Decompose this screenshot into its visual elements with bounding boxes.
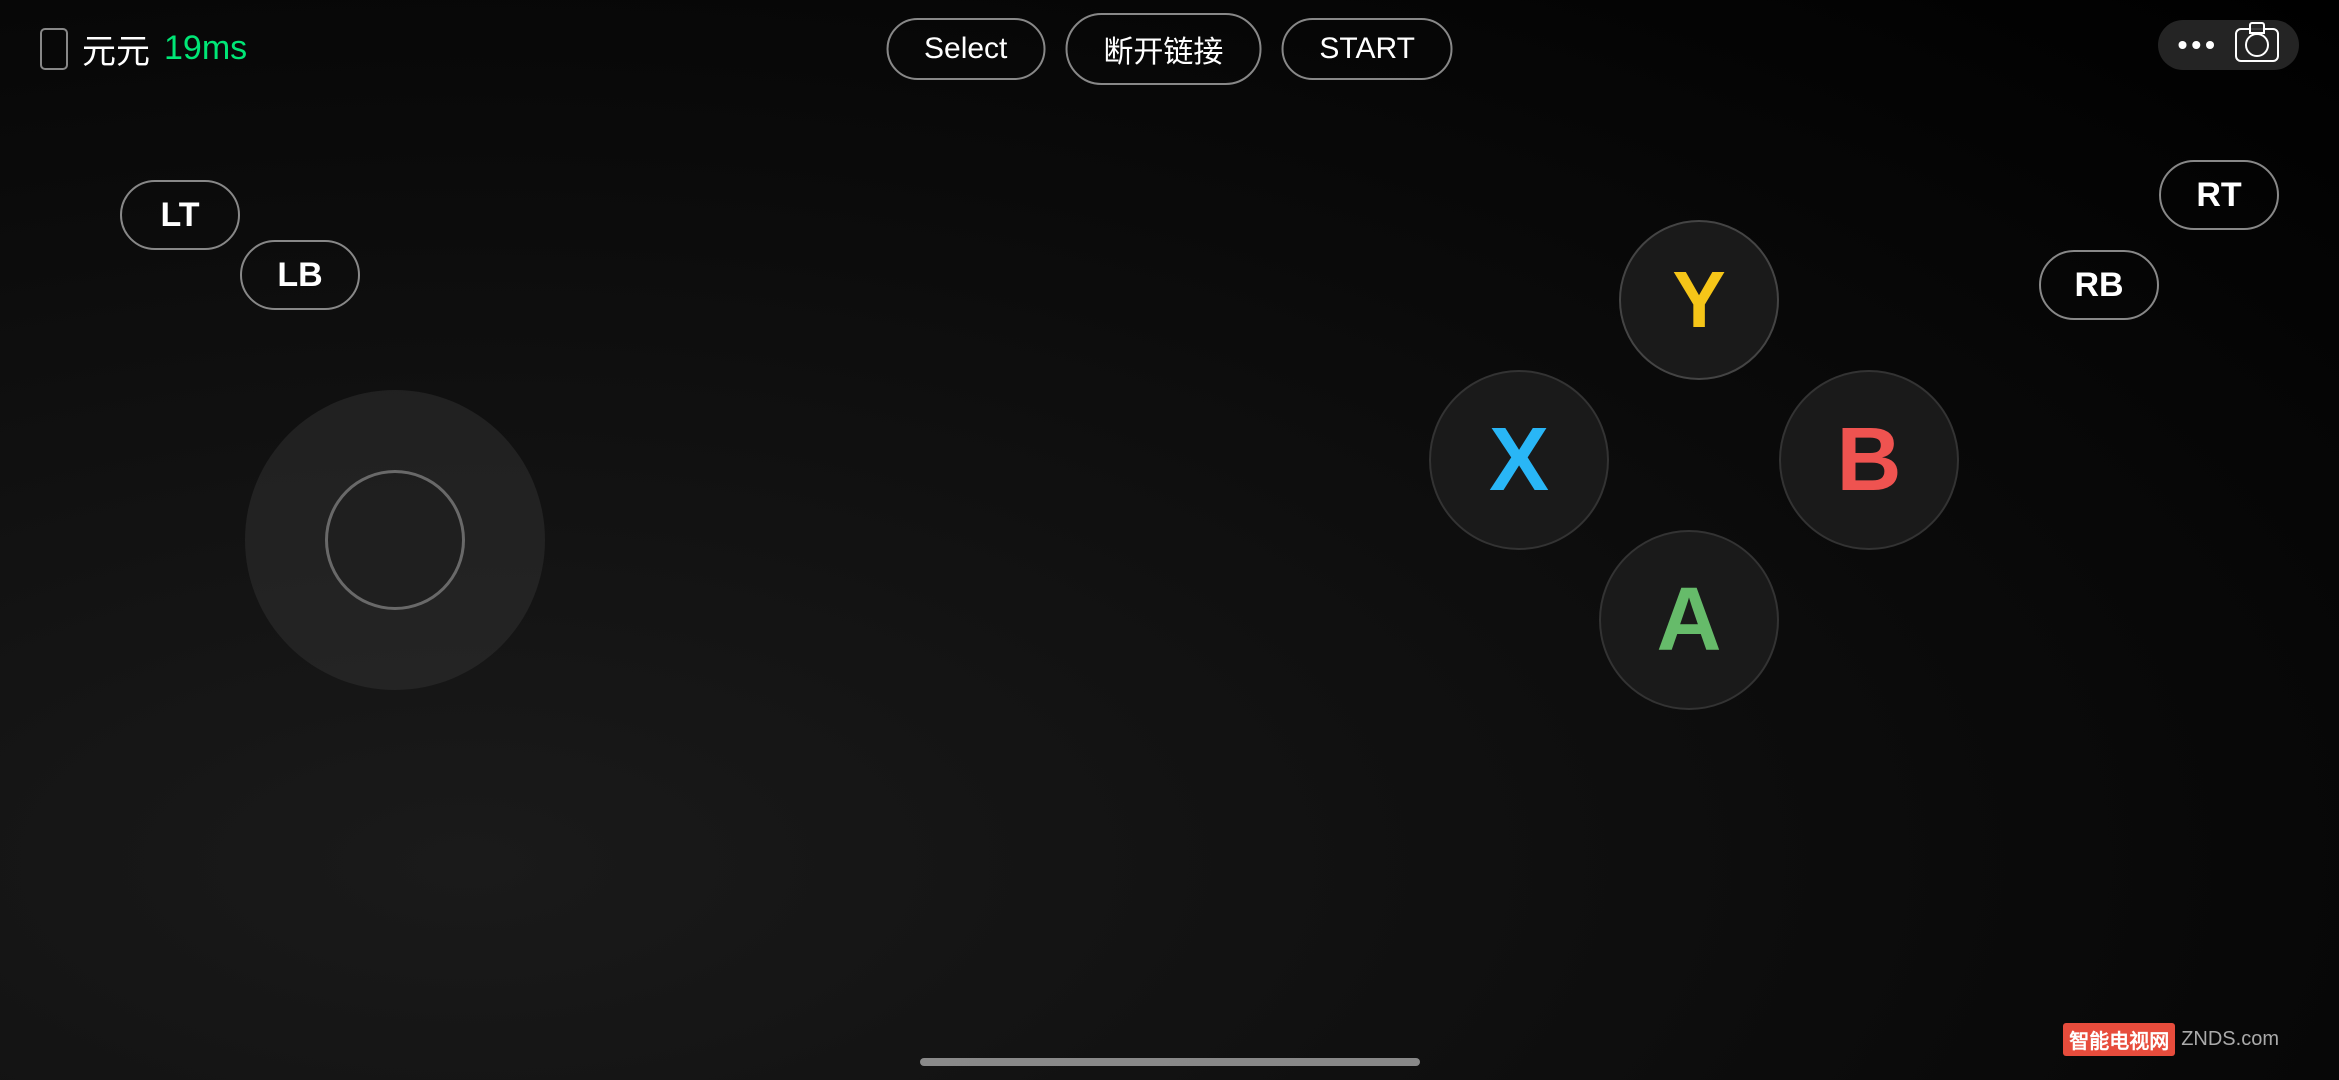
watermark-domain: ZNDS.com xyxy=(2181,1028,2279,1051)
joystick-outer[interactable] xyxy=(245,390,545,690)
home-indicator xyxy=(920,1058,1420,1066)
select-button[interactable]: Select xyxy=(886,18,1045,80)
center-controls: Select 断开链接 START xyxy=(886,0,1453,97)
b-button[interactable]: B xyxy=(1779,370,1959,550)
camera-icon xyxy=(2235,28,2279,62)
lt-button[interactable]: LT xyxy=(120,180,240,250)
watermark: 智能电视网 ZNDS.com xyxy=(2063,1023,2279,1056)
dots-icon: ••• xyxy=(2178,29,2219,61)
disconnect-button[interactable]: 断开链接 xyxy=(1065,13,1261,85)
device-name: 元元 xyxy=(82,24,150,73)
lb-button[interactable]: LB xyxy=(240,240,360,310)
watermark-brand: 智能电视网 xyxy=(2063,1023,2175,1056)
start-button[interactable]: START xyxy=(1281,18,1453,80)
more-options-button[interactable]: ••• xyxy=(2158,20,2299,70)
latency-badge: 19ms xyxy=(164,29,247,68)
x-button[interactable]: X xyxy=(1429,370,1609,550)
a-button[interactable]: A xyxy=(1599,530,1779,710)
left-joystick[interactable] xyxy=(245,390,545,690)
phone-icon xyxy=(40,28,68,70)
top-right-controls: ••• xyxy=(2158,20,2299,70)
joystick-inner xyxy=(325,470,465,610)
device-info: 元元 19ms xyxy=(40,24,247,73)
rt-button[interactable]: RT xyxy=(2159,160,2279,230)
y-button[interactable]: Y xyxy=(1619,220,1779,380)
rb-button[interactable]: RB xyxy=(2039,250,2159,320)
